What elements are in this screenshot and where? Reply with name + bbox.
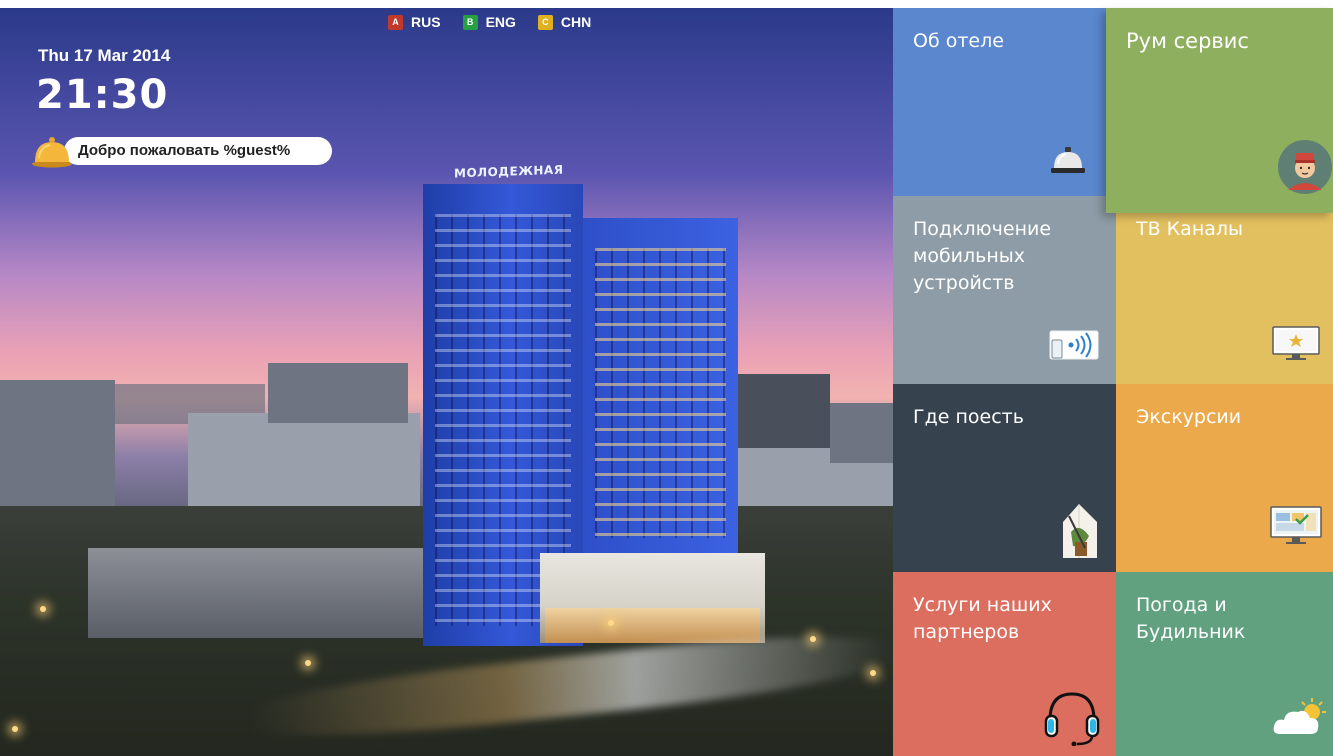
bell-icon	[32, 137, 72, 168]
tile-label: Об отеле	[913, 30, 1004, 52]
hero-background-photo: МОЛОДЕЖНАЯ	[0, 8, 893, 756]
tile-label: Погода и Будильник	[1136, 594, 1246, 643]
low-building	[88, 548, 423, 638]
language-label: CHN	[560, 14, 592, 30]
dish-icon	[1063, 504, 1097, 558]
background-building	[268, 363, 408, 423]
tile-mobile-devices[interactable]: Подключение мобильных устройств	[893, 196, 1116, 384]
welcome-message: Добро пожаловать %guest%	[64, 137, 332, 165]
street-lamp	[40, 606, 46, 612]
hotel-tower-right	[583, 218, 738, 558]
language-option-rus[interactable]: A RUS	[388, 14, 441, 30]
tile-tv-channels[interactable]: ТВ Каналы	[1116, 196, 1333, 384]
tile-label: Услуги наших партнеров	[913, 594, 1052, 643]
headset-icon	[1044, 692, 1100, 746]
tile-partner-services[interactable]: Услуги наших партнеров	[893, 572, 1116, 756]
tile-excursions[interactable]: Экскурсии	[1116, 384, 1333, 572]
language-option-eng[interactable]: B ENG	[462, 14, 516, 30]
current-date: Thu 17 Mar 2014	[38, 46, 171, 65]
hotel-podium-lights	[545, 608, 760, 643]
current-time: 21:30	[36, 72, 169, 118]
welcome-banner: Добро пожаловать %guest%	[30, 134, 332, 168]
key-a-badge: A	[388, 14, 403, 30]
tile-about-hotel[interactable]: Об отеле	[893, 8, 1106, 196]
street-lamp	[810, 636, 816, 642]
background-building	[830, 403, 893, 463]
monitor-map-icon	[1270, 506, 1322, 544]
reception-bell-icon	[1051, 147, 1085, 173]
street-lamp	[12, 726, 18, 732]
language-selector: A RUS B ENG C CHN	[388, 14, 591, 30]
language-label: RUS	[411, 14, 441, 30]
hotel-sign: МОЛОДЕЖНАЯ	[454, 162, 564, 181]
tile-label: Рум сервис	[1126, 29, 1249, 53]
tile-label: Экскурсии	[1136, 406, 1242, 428]
street-lamp	[870, 670, 876, 676]
language-option-chn[interactable]: C CHN	[537, 14, 592, 30]
language-label: ENG	[485, 14, 516, 30]
tv-star-icon	[1272, 326, 1320, 360]
tile-label: Где поесть	[913, 406, 1024, 428]
bellboy-avatar-icon	[1278, 140, 1332, 194]
cloud-sun-icon	[1273, 698, 1326, 734]
tile-weather-alarm[interactable]: Погода и Будильник	[1116, 572, 1333, 756]
tile-room-service[interactable]: Рум сервис	[1106, 8, 1333, 213]
key-c-badge: C	[537, 14, 553, 30]
street-lamp	[305, 660, 311, 666]
tile-where-to-eat[interactable]: Где поесть	[893, 384, 1116, 572]
street-lamp	[608, 620, 614, 626]
tile-label: ТВ Каналы	[1136, 218, 1244, 240]
key-b-badge: B	[462, 14, 478, 30]
mobile-cast-icon	[1049, 330, 1099, 360]
tile-label: Подключение мобильных устройств	[913, 218, 1052, 294]
